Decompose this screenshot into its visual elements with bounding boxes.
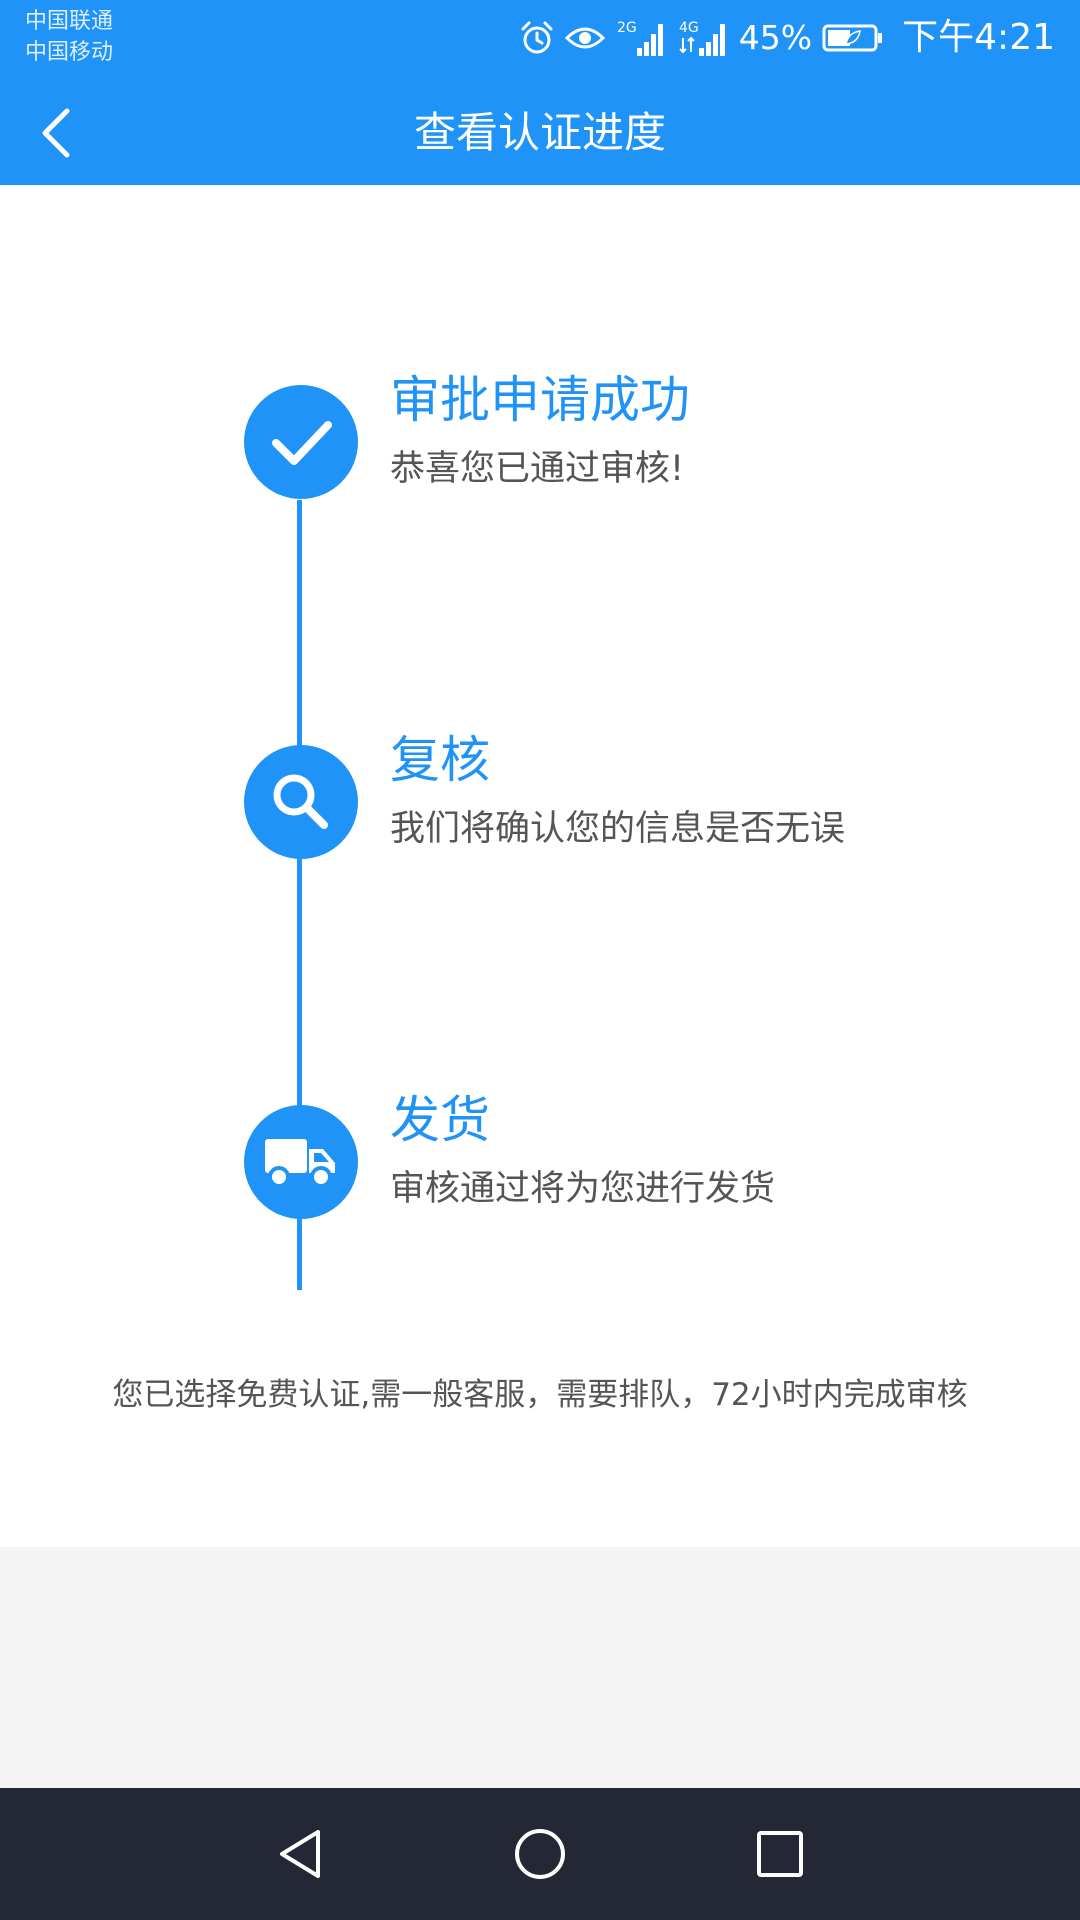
chevron-left-icon	[42, 108, 70, 158]
step-icon-approved	[244, 385, 358, 499]
system-recents-button[interactable]	[740, 1814, 820, 1894]
step-title: 发货	[390, 1091, 490, 1149]
svg-text:4G: 4G	[679, 20, 699, 36]
recents-square-icon	[757, 1831, 803, 1877]
status-indicators: 2G 4G 45% 下午4:21	[519, 14, 1055, 62]
step-description: 我们将确认您的信息是否无误	[390, 809, 846, 849]
step-icon-review	[244, 745, 358, 859]
system-home-button[interactable]	[500, 1814, 580, 1894]
battery-icon	[822, 23, 884, 53]
signal-4g-icon: 4G	[677, 18, 729, 58]
eye-comfort-icon	[564, 23, 605, 53]
step-description: 审核通过将为您进行发货	[390, 1169, 776, 1209]
svg-text:2G: 2G	[617, 20, 637, 36]
navigation-bar: 查看认证进度	[0, 80, 1080, 185]
step-description: 恭喜您已通过审核!	[390, 449, 685, 489]
timeline-connector	[297, 860, 302, 1290]
search-icon	[273, 774, 328, 829]
step-title: 审批申请成功	[390, 371, 690, 429]
carrier-1: 中国联通	[25, 9, 114, 34]
progress-content: 审批申请成功 恭喜您已通过审核! 复核 我们将确认您的信息是否无误 发货 审核通…	[0, 185, 1080, 1547]
app-header: 中国联通 中国移动 2G 4G 45% 下午4:21 查看认证进度	[0, 0, 1080, 185]
system-back-button[interactable]	[260, 1814, 340, 1894]
carrier-2: 中国移动	[25, 40, 114, 65]
alarm-icon	[519, 20, 555, 56]
truck-icon	[265, 1139, 335, 1188]
back-triangle-icon	[280, 1830, 320, 1878]
checkmark-icon	[272, 421, 332, 465]
system-navigation-bar	[0, 1788, 1080, 1920]
step-title: 复核	[390, 731, 490, 789]
notice-text: 您已选择免费认证,需一般客服，需要排队，72小时内完成审核	[112, 1377, 968, 1413]
carrier-info: 中国联通 中国移动	[25, 6, 113, 68]
signal-2g-icon: 2G	[615, 18, 667, 58]
page-title: 查看认证进度	[413, 108, 666, 157]
step-icon-shipping	[244, 1105, 358, 1219]
status-bar: 中国联通 中国移动 2G 4G 45% 下午4:21	[0, 0, 1080, 80]
battery-percent: 45%	[738, 18, 813, 57]
clock: 下午4:21	[902, 17, 1055, 58]
back-button[interactable]	[20, 98, 90, 168]
home-circle-icon	[515, 1829, 565, 1879]
